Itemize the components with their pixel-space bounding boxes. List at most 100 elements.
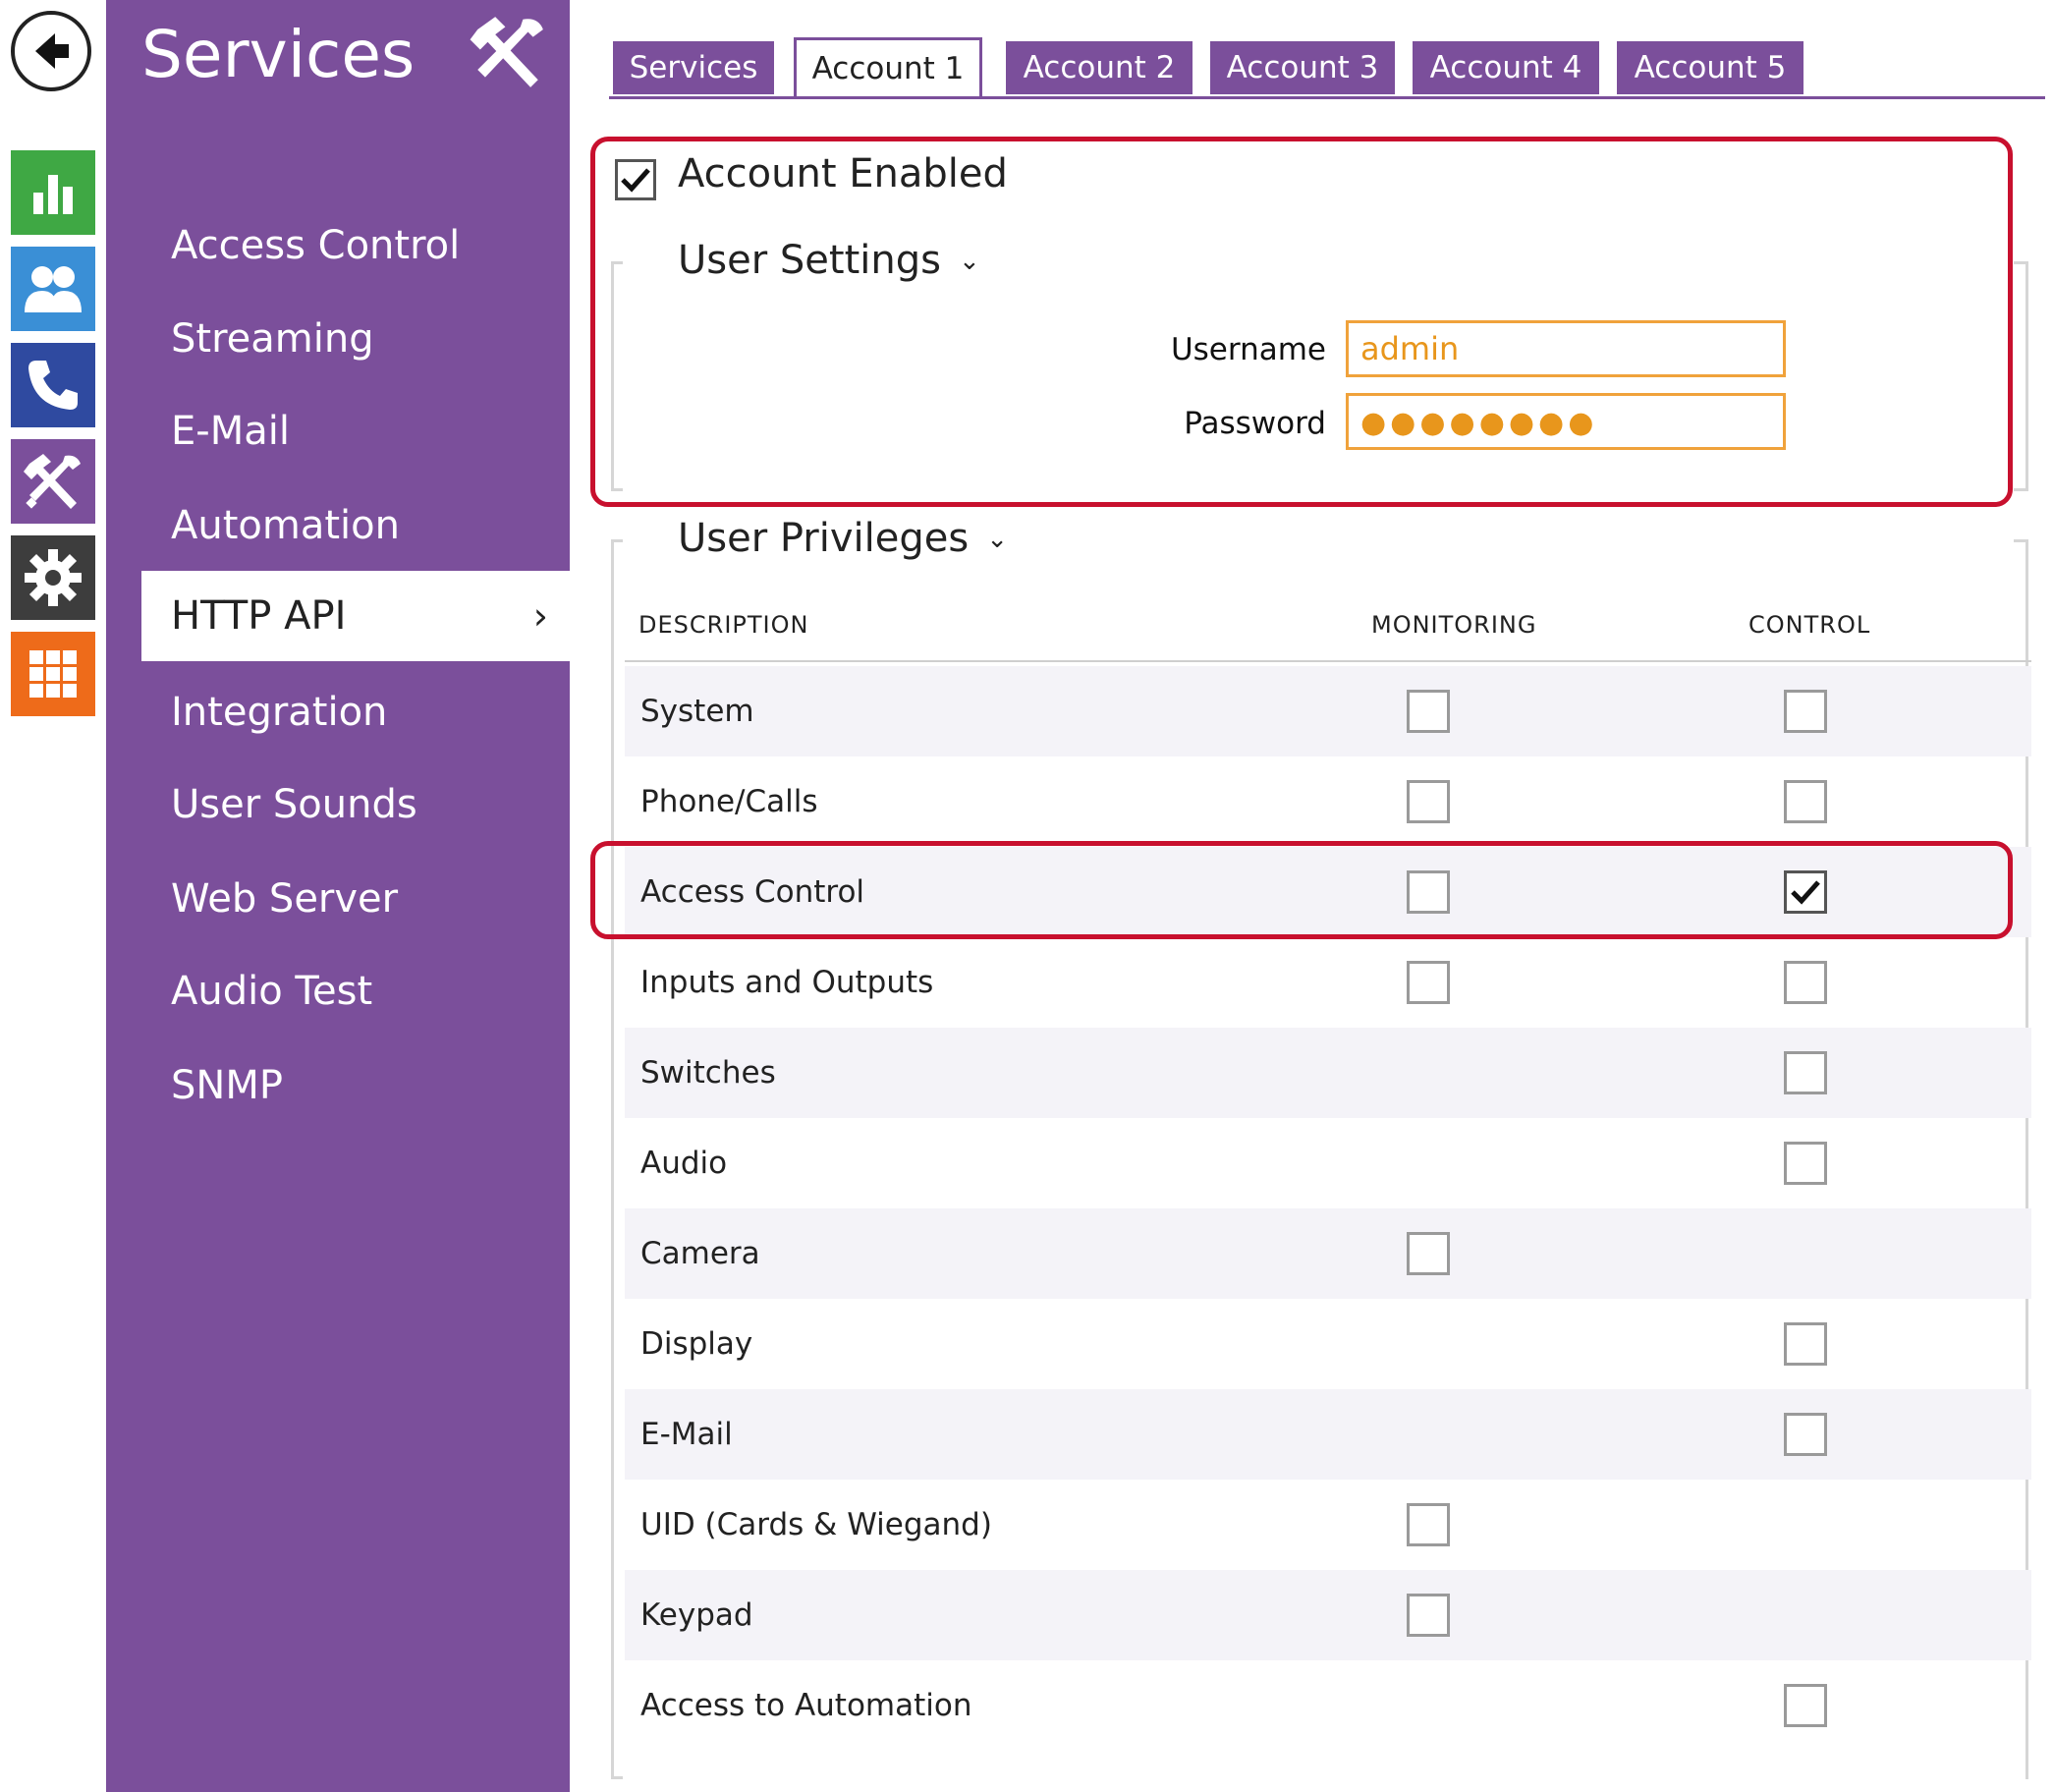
tab-account-5[interactable]: Account 5: [1617, 41, 1803, 94]
sidebar-item-label: Integration: [171, 690, 388, 735]
sidebar-item-label: Access Control: [171, 223, 461, 268]
table-row: Display: [625, 1299, 2031, 1389]
privilege-label: UID (Cards & Wiegand): [640, 1507, 992, 1542]
monitoring-checkbox[interactable]: [1407, 1594, 1450, 1637]
account-enabled-checkbox[interactable]: [615, 159, 656, 200]
sidebar-item-label: HTTP API: [171, 593, 347, 639]
user-settings-frame: [611, 261, 614, 491]
frame-corner: [611, 1776, 623, 1779]
monitoring-checkbox[interactable]: [1407, 780, 1450, 823]
frame-corner: [611, 488, 623, 491]
monitoring-checkbox[interactable]: [1407, 870, 1450, 914]
column-header-monitoring: MONITORING: [1371, 611, 1537, 639]
frame-corner: [2014, 539, 2025, 542]
back-button[interactable]: [11, 11, 91, 91]
monitoring-checkbox[interactable]: [1407, 961, 1450, 1004]
sidebar-item-integration[interactable]: Integration: [106, 667, 570, 757]
control-checkbox[interactable]: [1784, 1142, 1827, 1185]
table-row: Audio: [625, 1118, 2031, 1208]
tab-services[interactable]: Services: [613, 41, 774, 94]
user-privileges-toggle[interactable]: User Privileges ⌄: [678, 516, 1008, 561]
column-header-description: DESCRIPTION: [638, 611, 809, 639]
sidebar: Services Access Control Streaming E-Mail…: [106, 0, 570, 1792]
control-checkbox[interactable]: [1784, 1413, 1827, 1456]
system-nav-button[interactable]: [11, 535, 95, 620]
user-settings-toggle[interactable]: User Settings ⌄: [678, 238, 980, 283]
apps-nav-button[interactable]: [11, 632, 95, 716]
column-header-control: CONTROL: [1748, 611, 1871, 639]
control-checkbox[interactable]: [1784, 870, 1827, 914]
privilege-label: System: [640, 694, 754, 729]
chevron-down-icon: ⌄: [958, 247, 980, 276]
services-nav-button[interactable]: [11, 439, 95, 524]
privilege-label: Access Control: [640, 874, 865, 910]
user-privileges-title: User Privileges: [678, 516, 970, 561]
monitoring-checkbox[interactable]: [1407, 1503, 1450, 1546]
privilege-label: Switches: [640, 1055, 776, 1091]
bar-chart-icon: [33, 175, 73, 214]
monitoring-checkbox[interactable]: [1407, 690, 1450, 733]
sidebar-item-snmp[interactable]: SNMP: [106, 1040, 570, 1131]
control-checkbox[interactable]: [1784, 1322, 1827, 1366]
username-field[interactable]: admin: [1346, 320, 1786, 377]
tab-account-2[interactable]: Account 2: [1006, 41, 1193, 94]
table-row: E-Mail: [625, 1389, 2031, 1480]
sidebar-item-http-api[interactable]: HTTP API ›: [141, 571, 570, 661]
table-row: Keypad: [625, 1570, 2031, 1660]
sidebar-item-label: Web Server: [171, 876, 399, 922]
table-row: System: [625, 666, 2031, 756]
privilege-label: Keypad: [640, 1597, 753, 1633]
control-checkbox[interactable]: [1784, 1684, 1827, 1727]
tab-bar: Services Account 1 Account 2 Account 3 A…: [609, 37, 2043, 100]
phone-icon: [28, 361, 78, 410]
status-nav-button[interactable]: [11, 150, 95, 235]
privilege-label: Camera: [640, 1236, 760, 1271]
sidebar-item-access-control[interactable]: Access Control: [106, 200, 570, 291]
control-checkbox[interactable]: [1784, 961, 1827, 1004]
privilege-label: Audio: [640, 1146, 728, 1181]
chevron-right-icon: ›: [532, 594, 548, 638]
sidebar-item-automation[interactable]: Automation: [106, 480, 570, 571]
table-row: Access Control: [625, 847, 2031, 937]
table-row: Inputs and Outputs: [625, 937, 2031, 1028]
control-checkbox[interactable]: [1784, 1051, 1827, 1094]
monitoring-checkbox[interactable]: [1407, 1232, 1450, 1275]
checkmark-icon: [621, 168, 650, 193]
gear-icon: [25, 549, 82, 606]
checkmark-icon: [1791, 880, 1820, 905]
username-label: Username: [1170, 332, 1326, 367]
tab-account-4[interactable]: Account 4: [1413, 41, 1599, 94]
sidebar-item-user-sounds[interactable]: User Sounds: [106, 759, 570, 850]
hardware-nav-button[interactable]: [11, 343, 95, 427]
sidebar-item-label: Streaming: [171, 316, 374, 362]
password-value: ●●●●●●●●: [1360, 406, 1598, 440]
control-checkbox[interactable]: [1784, 690, 1827, 733]
tab-account-1[interactable]: Account 1: [794, 37, 982, 96]
chevron-down-icon: ⌄: [986, 525, 1009, 554]
privilege-label: Phone/Calls: [640, 784, 818, 819]
sidebar-item-audio-test[interactable]: Audio Test: [106, 946, 570, 1036]
sidebar-item-web-server[interactable]: Web Server: [106, 854, 570, 944]
tools-icon: [468, 12, 548, 92]
user-settings-title: User Settings: [678, 238, 941, 283]
directory-nav-button[interactable]: [11, 247, 95, 331]
sidebar-item-streaming[interactable]: Streaming: [106, 294, 570, 384]
control-checkbox[interactable]: [1784, 780, 1827, 823]
table-row: Phone/Calls: [625, 756, 2031, 847]
app-root: Services Access Control Streaming E-Mail…: [0, 0, 2053, 1792]
frame-corner: [2014, 488, 2025, 491]
sidebar-item-label: User Sounds: [171, 782, 417, 827]
tab-account-3[interactable]: Account 3: [1210, 41, 1395, 94]
sidebar-item-label: Audio Test: [171, 969, 373, 1014]
frame-corner: [611, 539, 623, 542]
header-divider: [625, 660, 2031, 662]
table-row: UID (Cards & Wiegand): [625, 1480, 2031, 1570]
table-row: Access to Automation: [625, 1660, 2031, 1751]
privilege-label: Access to Automation: [640, 1688, 972, 1723]
password-label: Password: [1184, 406, 1326, 441]
user-privileges-frame: [611, 539, 614, 1779]
table-row: Camera: [625, 1208, 2031, 1299]
password-field[interactable]: ●●●●●●●●: [1346, 393, 1786, 450]
sidebar-item-email[interactable]: E-Mail: [106, 386, 570, 476]
frame-corner: [2014, 261, 2025, 264]
